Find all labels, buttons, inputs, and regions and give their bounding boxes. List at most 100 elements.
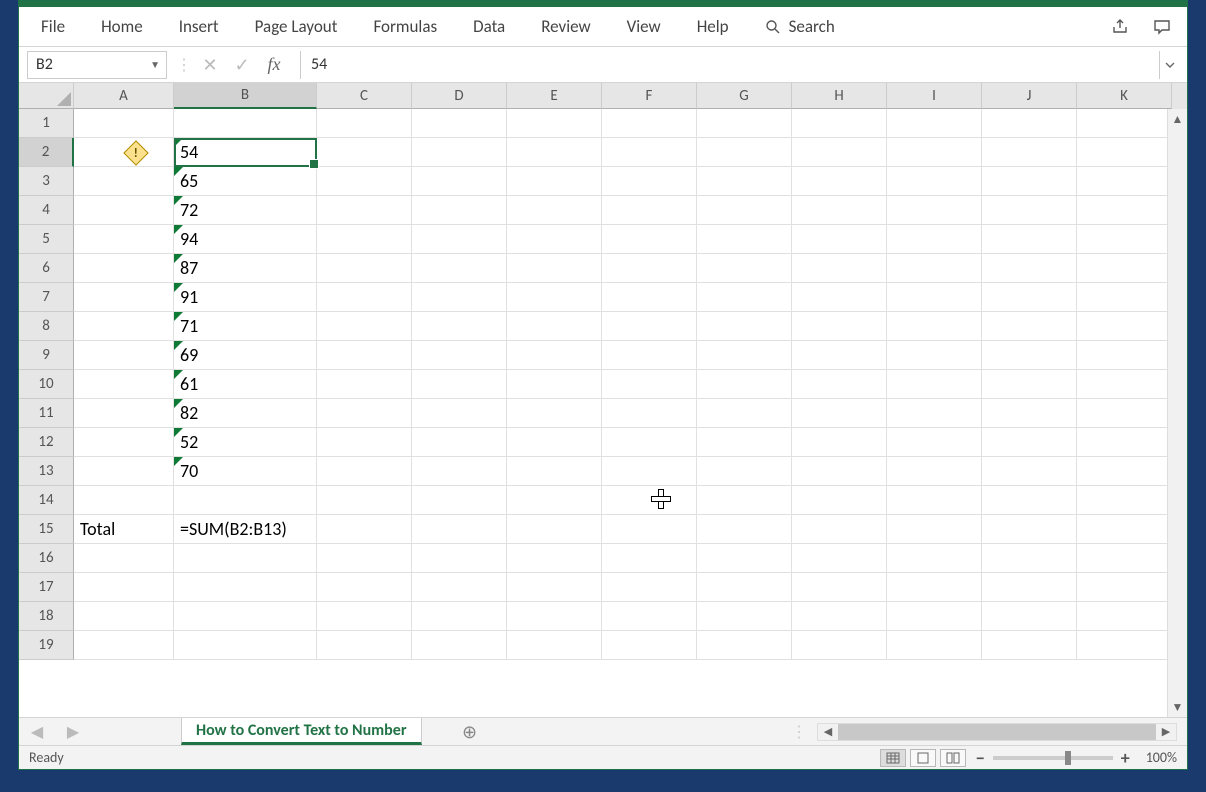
cell-g15[interactable] xyxy=(697,515,792,544)
cell-f11[interactable] xyxy=(602,399,697,428)
cell-i5[interactable] xyxy=(887,225,982,254)
zoom-level[interactable]: 100% xyxy=(1146,749,1177,766)
row-header-13[interactable]: 13 xyxy=(19,457,74,486)
row-header-19[interactable]: 19 xyxy=(19,631,74,660)
cell-j16[interactable] xyxy=(982,544,1077,573)
cell-f15[interactable] xyxy=(602,515,697,544)
cell-b3[interactable]: 65 xyxy=(174,167,317,196)
cell-i8[interactable] xyxy=(887,312,982,341)
row-header-12[interactable]: 12 xyxy=(19,428,74,457)
cell-h15[interactable] xyxy=(792,515,887,544)
cell-a18[interactable] xyxy=(74,602,174,631)
cell-h19[interactable] xyxy=(792,631,887,660)
cell-k15[interactable] xyxy=(1077,515,1172,544)
cell-k19[interactable] xyxy=(1077,631,1172,660)
cell-d7[interactable] xyxy=(412,283,507,312)
cell-a17[interactable] xyxy=(74,573,174,602)
cell-c6[interactable] xyxy=(317,254,412,283)
cell-e4[interactable] xyxy=(507,196,602,225)
cell-d1[interactable] xyxy=(412,109,507,138)
cell-a15[interactable]: Total xyxy=(74,515,174,544)
cell-g12[interactable] xyxy=(697,428,792,457)
sheet-nav-next-icon[interactable]: ▶ xyxy=(55,722,91,742)
cell-e7[interactable] xyxy=(507,283,602,312)
tab-review[interactable]: Review xyxy=(523,7,608,46)
view-page-layout-icon[interactable] xyxy=(910,749,936,767)
cell-d15[interactable] xyxy=(412,515,507,544)
cell-h13[interactable] xyxy=(792,457,887,486)
cell-b7[interactable]: 91 xyxy=(174,283,317,312)
cell-k7[interactable] xyxy=(1077,283,1172,312)
cell-c13[interactable] xyxy=(317,457,412,486)
cell-h1[interactable] xyxy=(792,109,887,138)
cell-e1[interactable] xyxy=(507,109,602,138)
cell-f18[interactable] xyxy=(602,602,697,631)
cell-b19[interactable] xyxy=(174,631,317,660)
cell-d13[interactable] xyxy=(412,457,507,486)
cell-j5[interactable] xyxy=(982,225,1077,254)
cell-j1[interactable] xyxy=(982,109,1077,138)
cell-f8[interactable] xyxy=(602,312,697,341)
cell-c16[interactable] xyxy=(317,544,412,573)
cell-k10[interactable] xyxy=(1077,370,1172,399)
cell-h10[interactable] xyxy=(792,370,887,399)
cell-h9[interactable] xyxy=(792,341,887,370)
row-header-4[interactable]: 4 xyxy=(19,196,74,225)
cell-f17[interactable] xyxy=(602,573,697,602)
scroll-right-icon[interactable]: ▶ xyxy=(1156,725,1176,738)
cell-e11[interactable] xyxy=(507,399,602,428)
enter-icon[interactable]: ✓ xyxy=(228,51,256,79)
cell-d8[interactable] xyxy=(412,312,507,341)
cell-j6[interactable] xyxy=(982,254,1077,283)
col-header-j[interactable]: J xyxy=(982,83,1077,109)
cell-i12[interactable] xyxy=(887,428,982,457)
cell-b4[interactable]: 72 xyxy=(174,196,317,225)
cell-a9[interactable] xyxy=(74,341,174,370)
cell-i11[interactable] xyxy=(887,399,982,428)
cell-k18[interactable] xyxy=(1077,602,1172,631)
cell-g10[interactable] xyxy=(697,370,792,399)
tab-file[interactable]: File xyxy=(23,7,83,46)
cell-a19[interactable] xyxy=(74,631,174,660)
col-header-b[interactable]: B xyxy=(174,83,317,109)
cell-b11[interactable]: 82 xyxy=(174,399,317,428)
cell-k8[interactable] xyxy=(1077,312,1172,341)
cell-d14[interactable] xyxy=(412,486,507,515)
cell-e5[interactable] xyxy=(507,225,602,254)
row-header-1[interactable]: 1 xyxy=(19,109,74,138)
cell-c1[interactable] xyxy=(317,109,412,138)
cell-b14[interactable] xyxy=(174,486,317,515)
row-header-7[interactable]: 7 xyxy=(19,283,74,312)
row-header-15[interactable]: 15 xyxy=(19,515,74,544)
cell-j15[interactable] xyxy=(982,515,1077,544)
cell-f4[interactable] xyxy=(602,196,697,225)
horizontal-scrollbar[interactable]: ◀ ▶ xyxy=(817,723,1177,741)
cell-h6[interactable] xyxy=(792,254,887,283)
cell-d18[interactable] xyxy=(412,602,507,631)
cell-j18[interactable] xyxy=(982,602,1077,631)
search-box[interactable]: Search xyxy=(747,7,853,46)
col-header-h[interactable]: H xyxy=(792,83,887,109)
cell-j13[interactable] xyxy=(982,457,1077,486)
cell-i13[interactable] xyxy=(887,457,982,486)
cell-h18[interactable] xyxy=(792,602,887,631)
cell-c17[interactable] xyxy=(317,573,412,602)
comments-icon[interactable] xyxy=(1145,13,1179,41)
cell-k16[interactable] xyxy=(1077,544,1172,573)
cell-d10[interactable] xyxy=(412,370,507,399)
cell-g3[interactable] xyxy=(697,167,792,196)
cell-e19[interactable] xyxy=(507,631,602,660)
col-header-f[interactable]: F xyxy=(602,83,697,109)
cell-d4[interactable] xyxy=(412,196,507,225)
cell-c19[interactable] xyxy=(317,631,412,660)
dotted-handle[interactable]: ⋮ xyxy=(791,722,807,742)
cell-e13[interactable] xyxy=(507,457,602,486)
fx-icon[interactable]: fx xyxy=(260,51,288,79)
cell-g14[interactable] xyxy=(697,486,792,515)
row-header-2[interactable]: 2 xyxy=(19,138,74,167)
cell-e17[interactable] xyxy=(507,573,602,602)
cell-c18[interactable] xyxy=(317,602,412,631)
cell-e12[interactable] xyxy=(507,428,602,457)
scroll-up-icon[interactable]: ▲ xyxy=(1168,109,1187,129)
sheet-tab-active[interactable]: How to Convert Text to Number xyxy=(181,718,422,745)
